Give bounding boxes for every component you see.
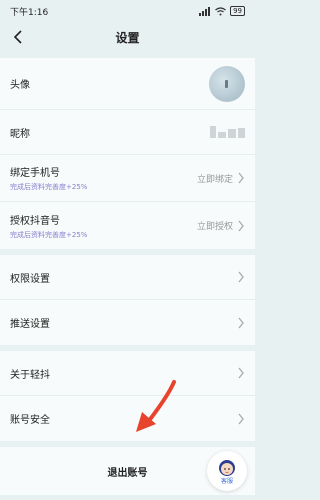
chevron-right-icon — [238, 172, 244, 184]
customer-service-button[interactable]: 客服 — [207, 451, 247, 491]
logout-area: 退出账号 客服 — [0, 447, 255, 495]
auth-douyin-row[interactable]: 授权抖音号 完成后资料完善度+25% 立即授权 — [0, 202, 255, 249]
battery-icon: 99 — [230, 6, 245, 16]
nickname-value-mosaic — [210, 126, 245, 138]
security-label: 账号安全 — [10, 415, 50, 426]
permission-row[interactable]: 权限设置 — [0, 255, 255, 300]
about-row[interactable]: 关于轻抖 — [0, 351, 255, 396]
avatar-label: 头像 — [10, 80, 30, 91]
nav-bar: 设置 — [0, 22, 255, 52]
bind-phone-row[interactable]: 绑定手机号 完成后资料完善度+25% 立即绑定 — [0, 155, 255, 202]
chevron-left-icon — [13, 30, 22, 44]
auth-douyin-label: 授权抖音号 — [10, 215, 60, 227]
status-icons: 99 — [199, 6, 245, 16]
push-row[interactable]: 推送设置 — [0, 300, 255, 345]
about-label: 关于轻抖 — [10, 369, 50, 381]
permission-label: 权限设置 — [10, 273, 50, 285]
bind-phone-sub: 完成后资料完善度+25% — [10, 183, 88, 191]
push-label: 推送设置 — [10, 319, 50, 330]
chevron-right-icon — [238, 220, 244, 231]
settings-group: 权限设置 推送设置 — [0, 255, 255, 345]
status-time: 下午1:16 — [10, 7, 49, 18]
bind-phone-text: 绑定手机号 完成后资料完善度+25% — [10, 164, 87, 192]
logout-button[interactable]: 退出账号 — [108, 464, 148, 479]
security-row[interactable]: 账号安全 — [0, 396, 255, 441]
chevron-right-icon — [238, 367, 244, 379]
about-group: 关于轻抖 账号安全 — [0, 351, 255, 441]
status-bar: 下午1:16 99 — [0, 0, 255, 22]
avatar[interactable] — [209, 65, 245, 102]
signal-icon — [199, 6, 211, 16]
chevron-right-icon — [238, 413, 244, 424]
back-button[interactable] — [6, 25, 30, 49]
auth-douyin-action-label: 立即授权 — [196, 222, 233, 232]
bind-phone-action-label: 立即绑定 — [196, 174, 233, 185]
nickname-row[interactable]: 昵称 — [0, 110, 255, 155]
bind-phone-label: 绑定手机号 — [10, 168, 60, 179]
chevron-right-icon — [238, 271, 244, 283]
service-avatar-icon — [219, 459, 235, 476]
bind-phone-action[interactable]: 立即绑定 — [197, 172, 245, 185]
page-title: 设置 — [115, 30, 140, 45]
nickname-label: 昵称 — [10, 128, 30, 140]
avatar-row[interactable]: 头像 — [0, 58, 255, 110]
auth-douyin-action[interactable]: 立即授权 — [197, 219, 245, 232]
chevron-right-icon — [238, 317, 244, 328]
profile-group: 头像 昵称 绑定手机号 完成后资料完善度+25% 立即绑定 授权抖音号 完成后资… — [0, 58, 255, 249]
auth-douyin-text: 授权抖音号 完成后资料完善度+25% — [10, 212, 87, 240]
wifi-icon — [215, 6, 226, 15]
auth-douyin-sub: 完成后资料完善度+25% — [10, 230, 88, 239]
service-label: 客服 — [220, 477, 233, 485]
